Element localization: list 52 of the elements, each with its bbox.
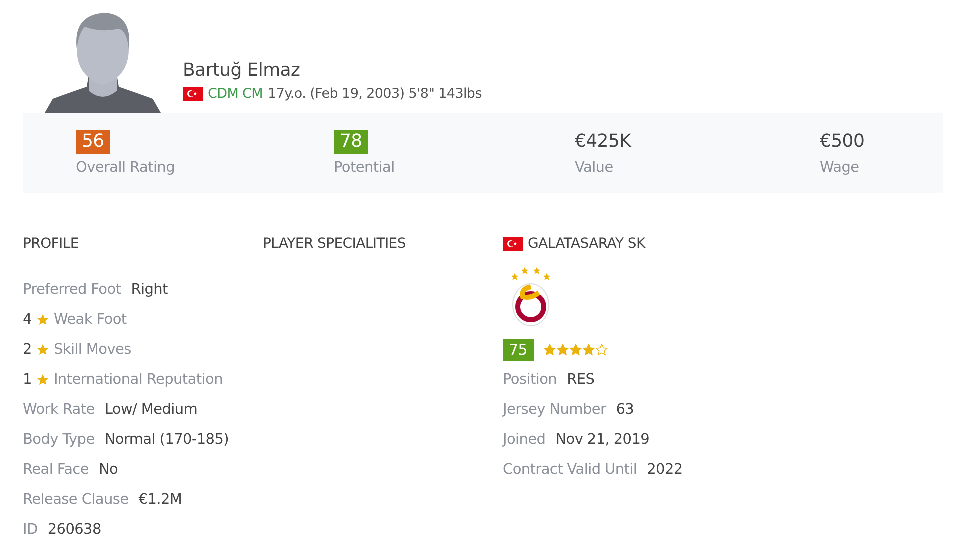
field-label: Jersey Number bbox=[503, 402, 606, 418]
star-icon bbox=[36, 344, 49, 356]
field-label: ID bbox=[23, 522, 38, 538]
field-value: Nov 21, 2019 bbox=[556, 432, 650, 448]
field-label: Preferred Foot bbox=[23, 282, 122, 298]
star-count: 4 bbox=[23, 312, 32, 328]
star-icon bbox=[570, 344, 582, 356]
stat-value: €425K bbox=[575, 130, 632, 154]
star-icon bbox=[582, 344, 594, 356]
star-icon bbox=[596, 344, 608, 356]
field-label: Position bbox=[503, 372, 558, 388]
club-name[interactable]: GALATASARAY SK bbox=[528, 236, 646, 252]
flag-icon bbox=[183, 87, 203, 101]
field-value: Right bbox=[131, 282, 168, 298]
player-positions[interactable]: CDM CM bbox=[208, 86, 264, 102]
field-value: 63 bbox=[616, 402, 634, 418]
rating-badge: 75 bbox=[503, 339, 534, 361]
field-value: RES bbox=[567, 372, 595, 388]
field-value: Low/ Medium bbox=[104, 402, 198, 418]
star-icon bbox=[544, 344, 556, 356]
section-title: PROFILE bbox=[23, 235, 80, 254]
field-label: Joined bbox=[503, 432, 546, 448]
club-crest-icon bbox=[511, 265, 551, 327]
field-label: Release Clause bbox=[23, 492, 129, 508]
field-value: €1.2M bbox=[138, 492, 182, 508]
flag-icon bbox=[503, 237, 523, 251]
field-label: Weak Foot bbox=[54, 312, 127, 328]
field-label: Work Rate bbox=[23, 402, 95, 418]
rating-badge: 78 bbox=[334, 130, 368, 154]
stat-value: €500 bbox=[820, 130, 865, 154]
field-value: Normal (170-185) bbox=[104, 432, 229, 448]
section-title: PLAYER SPECIALITIES bbox=[263, 235, 407, 254]
star-count: 1 bbox=[23, 372, 32, 388]
field-value: No bbox=[98, 462, 118, 478]
field-label: International Reputation bbox=[54, 372, 223, 388]
field-label: Skill Moves bbox=[54, 342, 132, 358]
field-value: 2022 bbox=[647, 462, 683, 478]
star-icon bbox=[36, 314, 49, 326]
stat-label: Overall Rating bbox=[76, 160, 175, 176]
field-label: Contract Valid Until bbox=[503, 462, 638, 478]
field-value: 260638 bbox=[48, 522, 102, 538]
star-count: 2 bbox=[23, 342, 32, 358]
stat-label: Value bbox=[575, 160, 614, 176]
field-label: Real Face bbox=[23, 462, 89, 478]
star-icon bbox=[556, 344, 568, 356]
stat-label: Wage bbox=[820, 160, 860, 176]
field-label: Body Type bbox=[23, 432, 95, 448]
star-icon bbox=[36, 374, 49, 386]
rating-badge: 56 bbox=[76, 130, 110, 154]
player-name: Bartuğ Elmaz bbox=[183, 60, 302, 81]
stat-label: Potential bbox=[334, 160, 395, 176]
player-info: 17y.o. (Feb 19, 2003) 5'8" 143lbs bbox=[268, 86, 482, 102]
